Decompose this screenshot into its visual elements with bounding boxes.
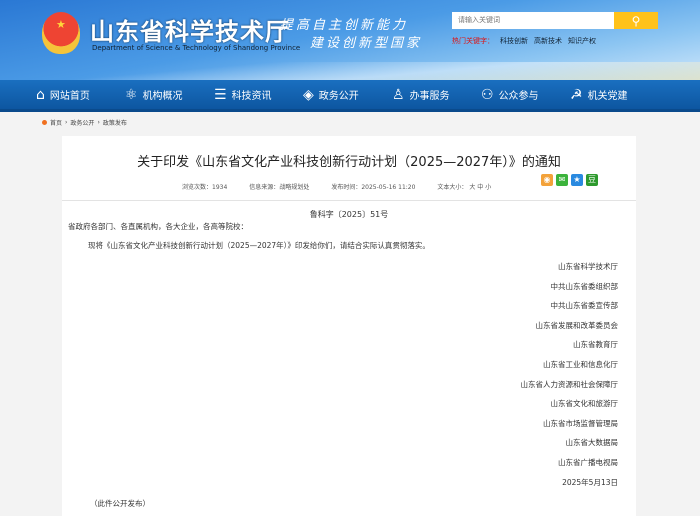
- slogan-line-1: 提高自主创新能力: [280, 18, 409, 33]
- breadcrumb-home[interactable]: 首页: [50, 118, 62, 127]
- signatory: 中共山东省委组织部: [550, 281, 619, 291]
- nav-icon: ⚛: [125, 86, 138, 103]
- breadcrumb-policy[interactable]: 政策发布: [103, 118, 127, 127]
- national-emblem-logo: ★: [42, 12, 80, 54]
- views-label: 浏览次数：: [182, 184, 213, 191]
- source-label: 信息来源：: [249, 184, 280, 191]
- source: 战略规划处: [279, 184, 310, 191]
- document-number: 鲁科字〔2025〕51号: [309, 210, 389, 219]
- article-card: 关于印发《山东省文化产业科技创新行动计划（2025—2027年）》的通知 浏览次…: [62, 136, 636, 516]
- divider: [62, 200, 636, 201]
- site-header: ★ 山东省科学技术厅 Department of Science & Techn…: [0, 0, 700, 80]
- nav-icon: ♙: [392, 86, 405, 103]
- nav-label: 政务公开: [318, 91, 359, 102]
- search-input[interactable]: [452, 12, 614, 29]
- share-wechat-icon[interactable]: ✉: [556, 174, 568, 186]
- slogan-line-2: 建设创新型国家: [310, 36, 423, 51]
- search-box: ⚲: [452, 12, 658, 29]
- publish-note: （此件公开发布）: [90, 499, 150, 508]
- nav-item[interactable]: ☰ 科技资讯: [214, 87, 303, 103]
- hot-keyword[interactable]: 科技创新: [500, 36, 528, 46]
- time-label: 发布时间：: [331, 184, 362, 191]
- nav-icon: ⚇: [481, 86, 494, 103]
- nav-icon: ☭: [570, 86, 583, 103]
- signatory: 山东省市场监督管理局: [543, 418, 618, 428]
- body-paragraph: 现将《山东省文化产业科技创新行动计划（2025—2027年）》印发给你们，请结合…: [88, 241, 430, 250]
- article-title: 关于印发《山东省文化产业科技创新行动计划（2025—2027年）》的通知: [137, 155, 561, 170]
- search-icon: ⚲: [631, 13, 641, 28]
- signatory: 山东省教育厅: [573, 340, 618, 350]
- salutation: 省政府各部门、各直属机构，各大企业，各高等院校：: [68, 222, 248, 231]
- main-nav: ⌂ 网站首页 ⚛ 机构概况 ☰ 科技资讯 ◈ 政务公开 ♙ 办事服务 ⚇ 公众参与 ☭ 机关党建: [0, 80, 700, 112]
- breadcrumb: 首页 › 政务公开 › 政策发布: [42, 118, 127, 127]
- nav-icon: ⌂: [36, 86, 45, 103]
- hot-keywords-label: 热门关键字：: [452, 37, 494, 45]
- font-size-large[interactable]: 大: [469, 184, 475, 191]
- signatory: 山东省文化和旅游厅: [550, 399, 619, 409]
- signatory: 山东省大数据局: [565, 438, 619, 448]
- nav-item[interactable]: ◈ 政务公开: [303, 87, 392, 103]
- nav-icon: ☰: [214, 86, 227, 103]
- signatory: 山东省人力资源和社会保障厅: [520, 379, 619, 389]
- nav-icon: ◈: [303, 86, 314, 103]
- share-douban-icon[interactable]: 豆: [586, 174, 598, 186]
- nav-label: 机构概况: [142, 91, 183, 102]
- nav-item[interactable]: ⌂ 网站首页: [36, 87, 125, 103]
- font-size-small[interactable]: 小: [485, 184, 491, 191]
- nav-item[interactable]: ⚛ 机构概况: [125, 87, 214, 103]
- signatory: 山东省科学技术厅: [558, 262, 618, 271]
- font-size-label: 文本大小：: [437, 184, 468, 191]
- views-count: 1934: [212, 184, 228, 191]
- site-english-title: Department of Science & Technology of Sh…: [92, 44, 301, 52]
- publish-time: 2025-05-16 11:20: [361, 184, 416, 191]
- hot-keyword[interactable]: 知识产权: [568, 36, 596, 46]
- nav-item[interactable]: ♙ 办事服务: [392, 87, 481, 103]
- document-date: 2025年5月13日: [562, 477, 618, 487]
- site-title[interactable]: 山东省科学技术厅: [90, 12, 290, 47]
- nav-item[interactable]: ⚇ 公众参与: [481, 87, 570, 103]
- signatory: 山东省广播电视局: [558, 458, 618, 467]
- signatory: 中共山东省委宣传部: [550, 301, 619, 311]
- nav-label: 公众参与: [498, 91, 539, 102]
- signatory: 山东省工业和信息化厅: [543, 360, 618, 369]
- breadcrumb-gov[interactable]: 政务公开: [70, 118, 94, 127]
- nav-label: 办事服务: [409, 91, 450, 102]
- search-button[interactable]: ⚲: [614, 12, 658, 29]
- hot-keywords: 热门关键字： 科技创新 高新技术 知识产权: [452, 36, 596, 46]
- signatory: 山东省发展和改革委员会: [535, 320, 619, 330]
- share-bar: ◉ ✉ ★ 豆: [541, 174, 598, 186]
- nav-label: 网站首页: [49, 91, 90, 102]
- nav-label: 机关党建: [587, 91, 628, 102]
- nav-item[interactable]: ☭ 机关党建: [570, 87, 659, 103]
- font-size-medium[interactable]: 中: [477, 184, 483, 191]
- bullet-icon: [42, 120, 47, 125]
- nav-label: 科技资讯: [231, 91, 272, 102]
- share-qzone-icon[interactable]: ★: [571, 174, 583, 186]
- hot-keyword[interactable]: 高新技术: [534, 36, 562, 46]
- share-weibo-icon[interactable]: ◉: [541, 174, 553, 186]
